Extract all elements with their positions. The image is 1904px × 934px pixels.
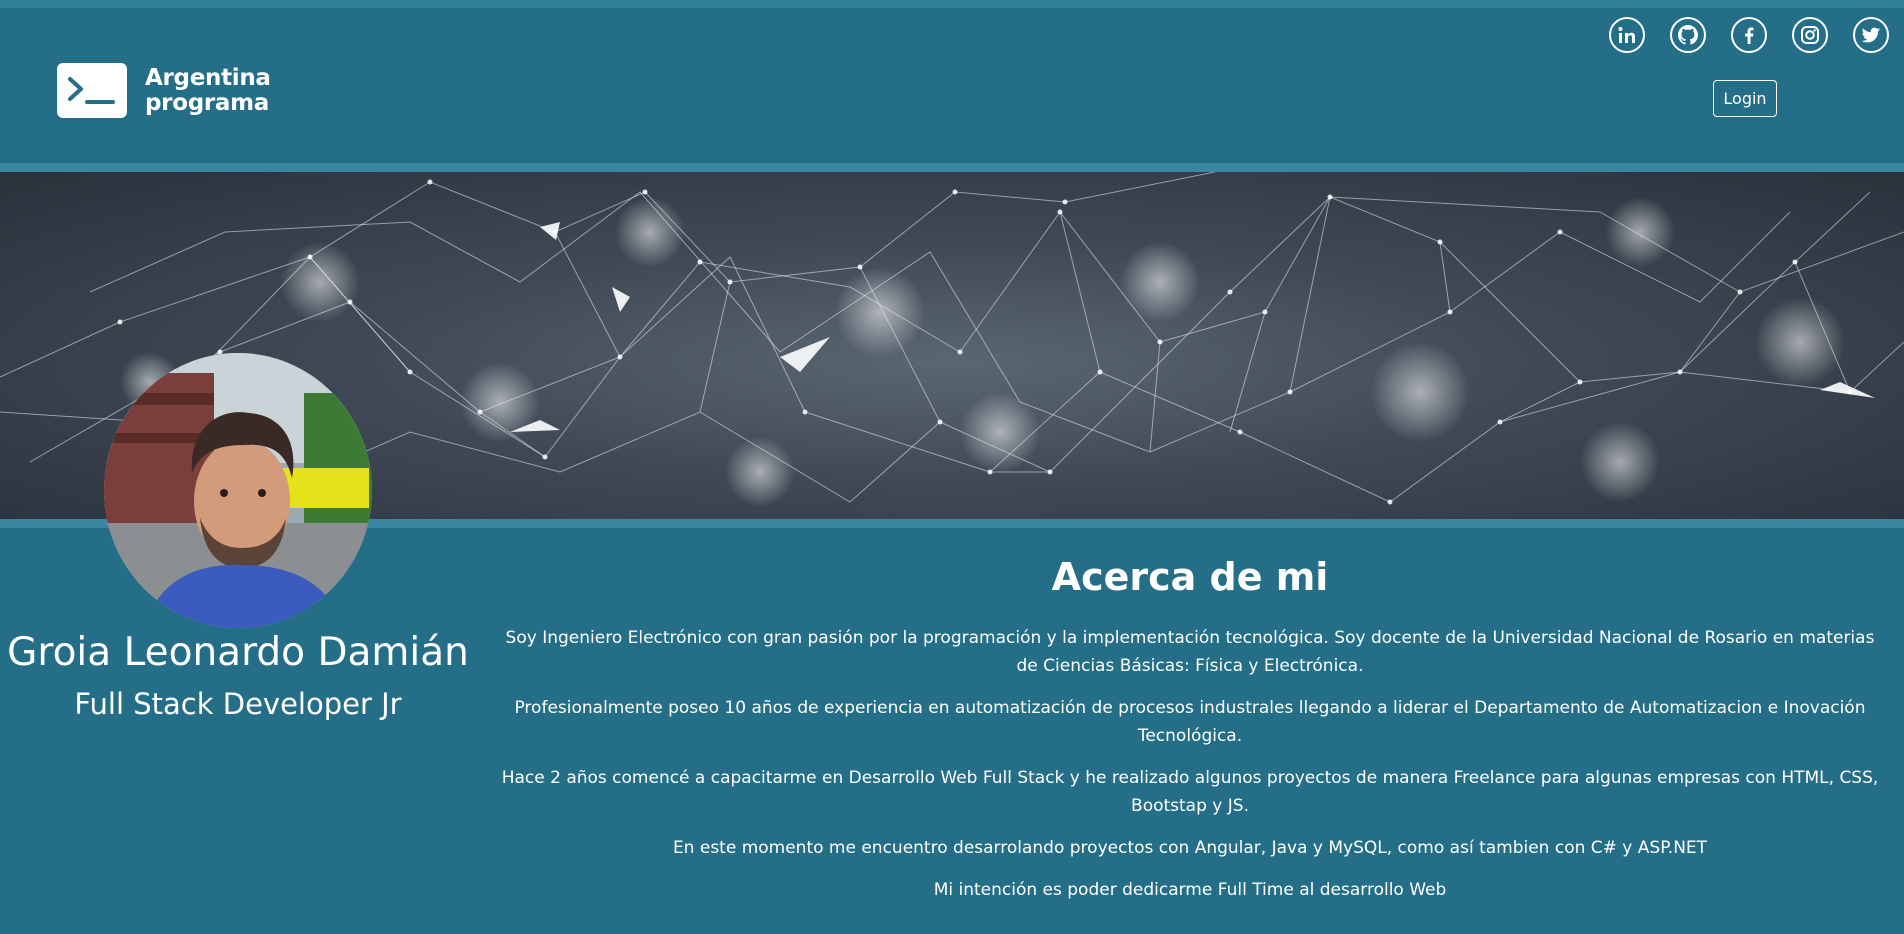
logo-line-2: programa xyxy=(145,89,270,116)
github-icon[interactable] xyxy=(1670,17,1706,53)
logo-line-1: Argentina xyxy=(145,64,271,91)
terminal-icon xyxy=(57,63,127,118)
logo-text: Argentina programa xyxy=(145,64,271,116)
about-heading: Acerca de mi xyxy=(1051,555,1329,599)
twitter-icon[interactable] xyxy=(1853,17,1889,53)
instagram-icon[interactable] xyxy=(1792,17,1828,53)
header-divider xyxy=(0,163,1904,172)
facebook-icon[interactable] xyxy=(1731,17,1767,53)
about-section: Acerca de mi Soy Ingeniero Electrónico c… xyxy=(500,552,1880,918)
about-paragraph: Mi intención es poder dedicarme Full Tim… xyxy=(933,880,1447,900)
profile-name: Groia Leonardo Damián xyxy=(7,630,469,675)
about-paragraph: Hace 2 años comencé a capacitarme en Des… xyxy=(501,768,1879,816)
top-strip xyxy=(0,0,1904,8)
profile-title: Full Stack Developer Jr xyxy=(74,687,402,721)
about-paragraph: Profesionalmente poseo 10 años de experi… xyxy=(514,698,1866,746)
linkedin-icon[interactable] xyxy=(1609,17,1645,53)
login-button[interactable]: Login xyxy=(1713,80,1777,117)
social-links xyxy=(1609,17,1889,53)
about-paragraph: Soy Ingeniero Electrónico con gran pasió… xyxy=(505,628,1875,676)
about-paragraph: En este momento me encuentro desarroland… xyxy=(672,838,1708,858)
argentina-programa-logo[interactable]: Argentina programa xyxy=(57,63,271,118)
profile-avatar xyxy=(104,353,372,628)
